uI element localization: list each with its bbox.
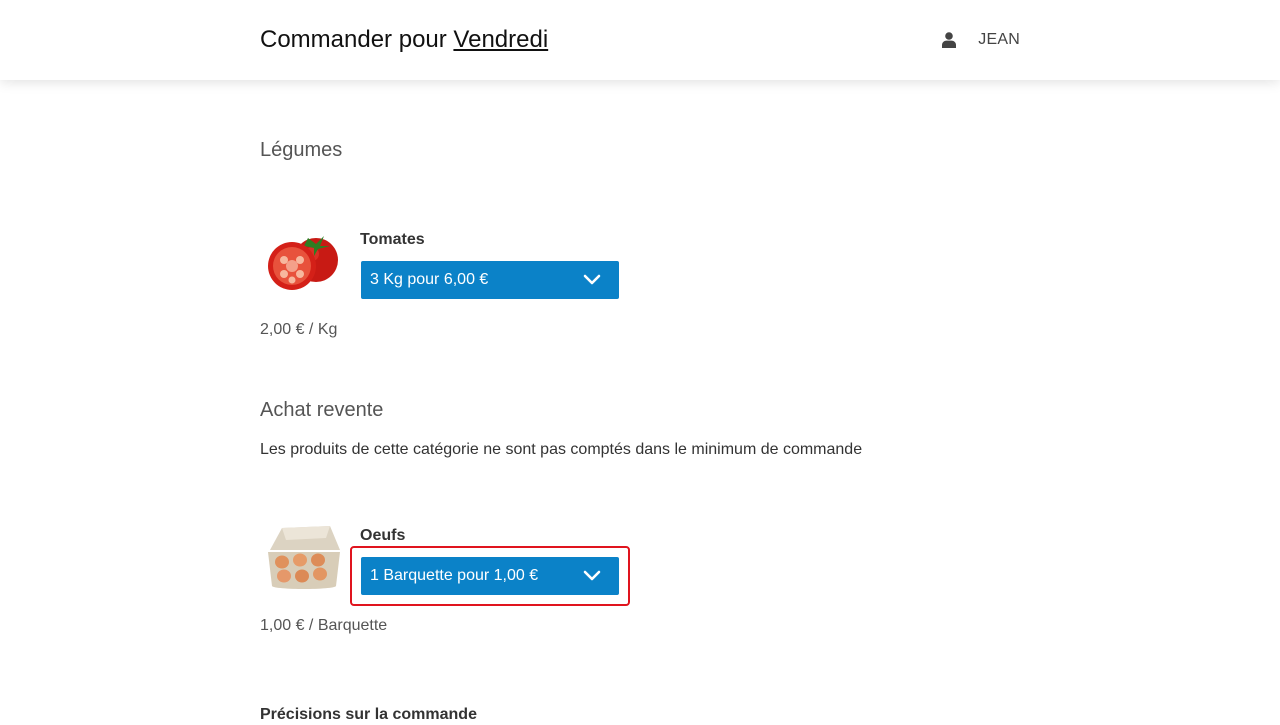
page-title: Commander pour Vendredi	[260, 26, 548, 54]
category-title-legumes: Légumes	[260, 139, 343, 161]
tomato-image	[268, 236, 338, 290]
user-menu[interactable]: JEAN	[942, 30, 1020, 50]
product-name: Tomates	[360, 231, 425, 248]
category-note: Les produits de cette catégorie ne sont …	[260, 441, 863, 458]
egg-carton-image	[268, 526, 340, 589]
chevron-down-icon	[583, 274, 601, 285]
quantity-select[interactable]: 3 Kg pour 6,00 €	[361, 261, 619, 299]
user-icon	[942, 32, 957, 48]
order-notes-title: Précisions sur la commande	[260, 706, 477, 723]
focus-highlight-outline	[350, 546, 630, 606]
page-title-prefix: Commander pour	[260, 26, 447, 53]
delivery-day-link[interactable]: Vendredi	[453, 26, 548, 53]
top-header: Commander pour Vendredi JEAN	[0, 0, 1280, 80]
unit-price: 1,00 € / Barquette	[260, 617, 388, 634]
unit-price: 2,00 € / Kg	[260, 321, 338, 338]
quantity-select-value: 3 Kg pour 6,00 €	[370, 271, 489, 288]
user-name[interactable]: JEAN	[978, 31, 1020, 49]
category-title-achat-revente: Achat revente	[260, 399, 384, 421]
product-name: Oeufs	[360, 527, 406, 544]
